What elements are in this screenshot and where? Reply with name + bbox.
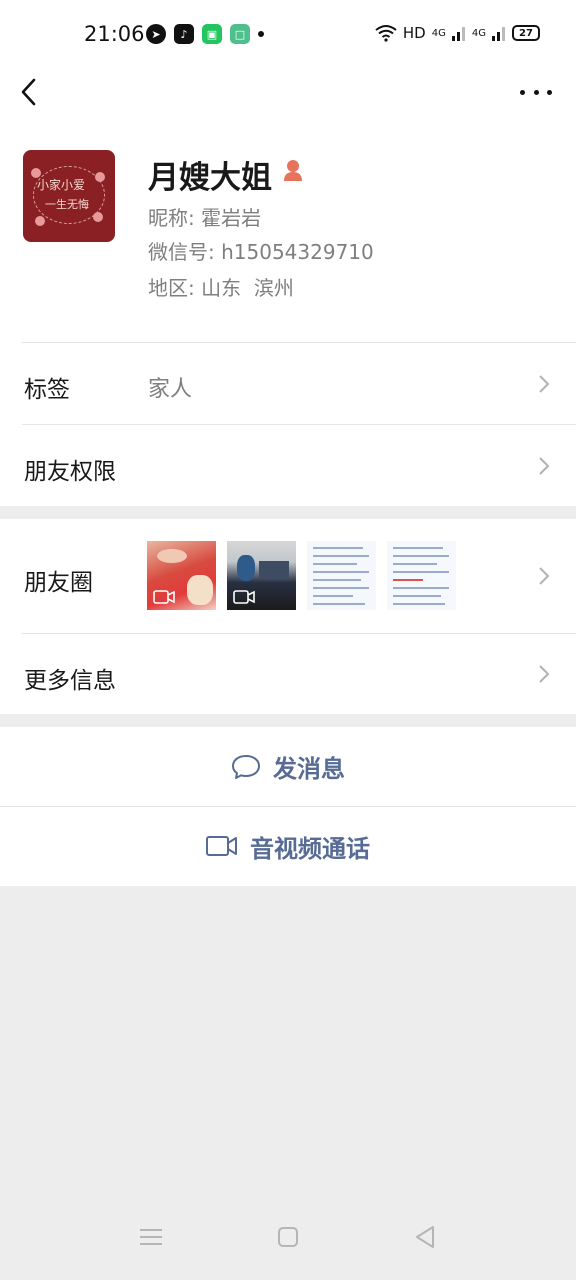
wechat-id-value: h15054329710 — [221, 240, 374, 264]
app-square-icon: □ — [230, 24, 250, 44]
send-message-label: 发消息 — [273, 755, 345, 783]
profile-header: 小家小爱 一生无悔 月嫂大姐 昵称: 霍岩岩 微信号: h15054329710… — [0, 116, 576, 342]
moments-thumbnail-document-1[interactable] — [307, 541, 376, 610]
chevron-right-icon — [539, 375, 550, 393]
hd-label: HD — [402, 24, 426, 42]
friend-permissions-row[interactable]: 朋友权限 — [0, 424, 576, 506]
signal-4g-label-1: 4G — [431, 27, 446, 39]
region-value: 山东 滨州 — [201, 276, 294, 300]
video-camera-icon — [233, 590, 255, 604]
moments-thumbnail-video-2[interactable] — [227, 541, 296, 610]
nickname-value: 霍岩岩 — [201, 206, 262, 230]
wifi-icon — [375, 25, 397, 42]
video-camera-icon — [153, 590, 175, 604]
chevron-right-icon — [539, 567, 550, 585]
avatar-text-line2: 一生无悔 — [45, 198, 89, 211]
moments-thumbnail-video-1[interactable] — [147, 541, 216, 610]
wechat-id-line: 微信号: h15054329710 — [148, 236, 374, 265]
moments-thumbnail-document-2[interactable] — [387, 541, 456, 610]
notification-dot-icon — [258, 31, 264, 37]
video-call-button[interactable]: 音视频通话 — [0, 806, 576, 886]
nickname-key: 昵称: — [148, 206, 195, 230]
chevron-right-icon — [539, 457, 550, 475]
video-camera-icon — [206, 836, 237, 856]
signal-4g-label-2: 4G — [471, 27, 486, 39]
status-app-icons: ➤ ♪ ▣ □ — [146, 24, 264, 44]
avatar-text-line1: 小家小爱 — [37, 178, 86, 192]
signal-icon — [451, 27, 465, 41]
status-right: HD 4G 4G 27 — [375, 24, 540, 42]
chat-bubble-icon — [232, 754, 260, 779]
navigation-app-icon: ➤ — [146, 24, 166, 44]
avatar[interactable]: 小家小爱 一生无悔 — [23, 150, 115, 242]
top-nav — [0, 70, 576, 116]
tags-row[interactable]: 标签 家人 — [0, 342, 576, 424]
signal-icon-2 — [492, 27, 505, 41]
home-icon[interactable] — [278, 1227, 298, 1247]
status-time: 21:06 — [84, 22, 145, 46]
status-bar: 21:06 ➤ ♪ ▣ □ HD 4G 4G 27 — [0, 0, 576, 70]
battery-icon: 27 — [512, 25, 540, 41]
region-key: 地区: — [148, 276, 195, 300]
send-message-button[interactable]: 发消息 — [0, 727, 576, 806]
back-arrow-icon[interactable] — [14, 74, 46, 110]
region-line: 地区: 山东 滨州 — [148, 272, 294, 301]
more-info-row[interactable]: 更多信息 — [0, 633, 576, 714]
system-nav-bar — [0, 1200, 576, 1280]
tags-value: 家人 — [148, 377, 193, 402]
female-gender-icon — [284, 160, 302, 181]
moments-label: 朋友圈 — [24, 570, 93, 596]
tags-label: 标签 — [24, 377, 70, 403]
tiktok-icon: ♪ — [174, 24, 194, 44]
recent-apps-icon[interactable] — [140, 1227, 162, 1247]
back-triangle-icon[interactable] — [414, 1225, 436, 1249]
more-info-label: 更多信息 — [24, 668, 116, 694]
more-options-icon[interactable] — [520, 78, 552, 106]
chevron-right-icon — [539, 665, 550, 683]
nickname-line: 昵称: 霍岩岩 — [148, 202, 261, 231]
wechat-id-key: 微信号: — [148, 240, 215, 264]
friend-permissions-label: 朋友权限 — [24, 459, 116, 485]
display-name: 月嫂大姐 — [148, 160, 272, 196]
shopping-bag-icon: ▣ — [202, 24, 222, 44]
video-call-label: 音视频通话 — [250, 834, 370, 863]
